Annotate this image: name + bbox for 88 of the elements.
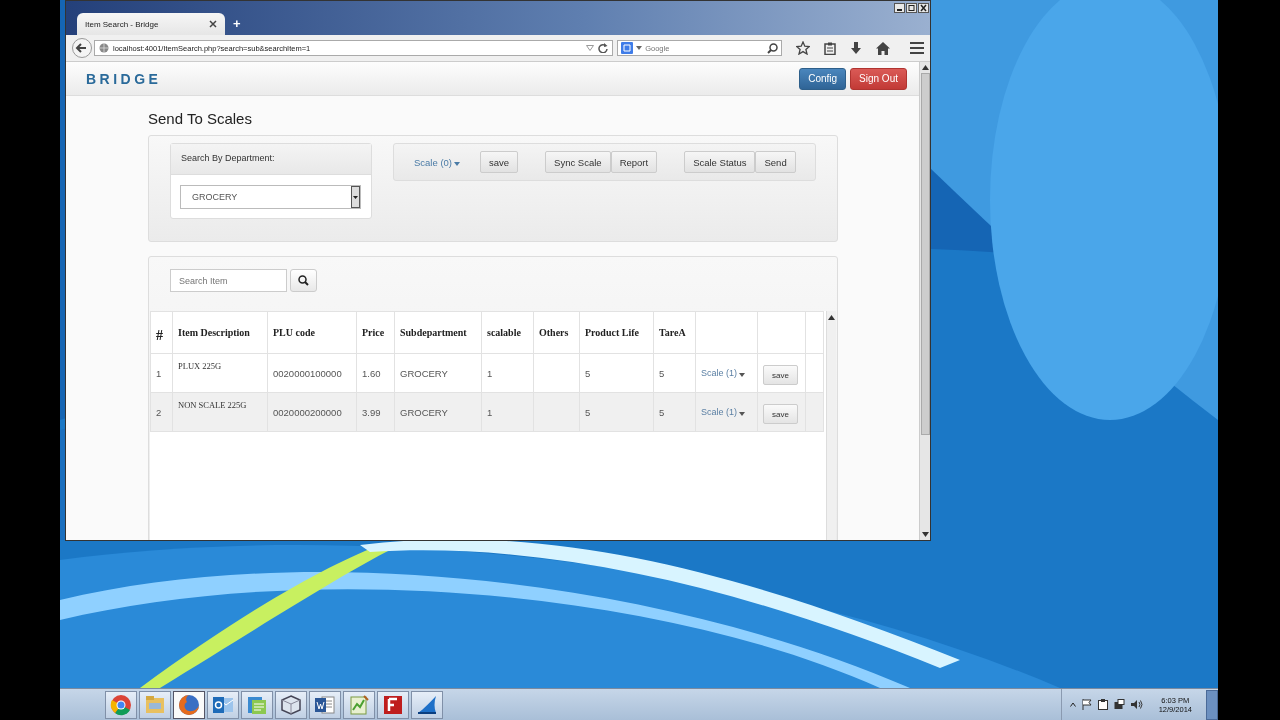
- star-icon[interactable]: [796, 41, 810, 55]
- speaker-icon[interactable]: [1130, 699, 1143, 710]
- scroll-up-icon: [827, 314, 836, 321]
- show-desktop-button[interactable]: [1206, 689, 1218, 720]
- header-button[interactable]: Config: [799, 67, 847, 90]
- caret-icon: [454, 162, 460, 166]
- search-icon: [298, 275, 309, 286]
- caret-icon: [739, 412, 745, 416]
- column-header: scalable: [481, 311, 534, 354]
- toolbar-button[interactable]: save: [480, 151, 519, 173]
- department-label: Search By Department:: [171, 144, 371, 175]
- table-cell: PLUX 225G: [172, 353, 268, 393]
- minimize-icon[interactable]: [894, 3, 905, 13]
- column-header: Price: [356, 311, 395, 354]
- table-cell: 5: [653, 392, 696, 432]
- menu-icon[interactable]: [910, 42, 924, 54]
- tab-title: Item Search - Bridge: [85, 19, 160, 29]
- scale-dropdown[interactable]: Scale (0): [414, 156, 460, 168]
- download-icon[interactable]: [850, 41, 862, 55]
- column-header: PLU code: [267, 311, 357, 354]
- save-button[interactable]: save: [763, 404, 798, 424]
- toolbar-button[interactable]: Send: [755, 151, 796, 173]
- caret-icon: [739, 373, 745, 377]
- round-logo-icon: [110, 693, 132, 716]
- dropdown-icon: [351, 186, 360, 208]
- table-cell: NON SCALE 225G: [172, 392, 268, 432]
- clipboard-icon[interactable]: [824, 41, 836, 55]
- table-cell: 5: [653, 353, 696, 393]
- search-button[interactable]: [290, 269, 317, 292]
- home-icon[interactable]: [876, 41, 890, 55]
- browser-tab[interactable]: Item Search - Bridge: [77, 13, 225, 35]
- search-icon[interactable]: [767, 42, 778, 54]
- table-cell: GROCERY: [394, 353, 482, 393]
- department-select[interactable]: GROCERY: [180, 185, 361, 209]
- table-cell: GROCERY: [394, 392, 482, 432]
- table-cell: 3.99: [356, 392, 395, 432]
- scroll-thumb[interactable]: [920, 73, 930, 435]
- restore-icon[interactable]: [906, 3, 917, 13]
- column-header: Product Life: [579, 311, 654, 354]
- taskbar-button[interactable]: [275, 690, 307, 719]
- table-cell: 0020000100000: [267, 353, 357, 393]
- column-header: #: [150, 311, 173, 354]
- close-icon[interactable]: [209, 20, 217, 28]
- reload-icon[interactable]: [598, 43, 609, 53]
- header-button[interactable]: Sign Out: [850, 67, 907, 90]
- column-header: Item Description: [172, 311, 268, 354]
- table-cell: 5: [579, 353, 654, 393]
- folder-icon: [144, 693, 166, 716]
- scrollbar[interactable]: [826, 311, 836, 540]
- flag-icon[interactable]: [1081, 699, 1092, 710]
- clipboard-icon[interactable]: [1097, 699, 1108, 710]
- scrollbar[interactable]: [919, 62, 930, 540]
- brand-logo[interactable]: BRIDGE: [86, 70, 162, 87]
- document-icon: [314, 693, 336, 716]
- toolbar-button[interactable]: Sync Scale: [545, 151, 611, 173]
- taskbar-button[interactable]: [309, 690, 341, 719]
- toolbar-button[interactable]: Scale Status: [684, 151, 756, 173]
- toolbar-button[interactable]: Report: [610, 151, 658, 173]
- taskbar-button[interactable]: [207, 690, 239, 719]
- table-cell: 1: [150, 353, 173, 393]
- chevron-up-icon[interactable]: [1069, 702, 1076, 707]
- table-cell: 1: [481, 353, 534, 393]
- taskbar-button[interactable]: [411, 690, 443, 719]
- table-cell: 1: [481, 392, 534, 432]
- table-cell: 2: [150, 392, 173, 432]
- dropdown-icon: [586, 45, 595, 51]
- search-field[interactable]: Search Item: [170, 269, 287, 292]
- cube-icon: [280, 693, 302, 716]
- page-title: Send To Scales: [148, 110, 253, 127]
- column-header: Others: [533, 311, 580, 354]
- globe-icon: [99, 43, 109, 53]
- taskbar-button[interactable]: [105, 690, 137, 719]
- taskbar-button[interactable]: [173, 690, 205, 719]
- app-logo-icon: [382, 693, 404, 716]
- column-header: Subdepartment: [394, 311, 482, 354]
- notepad-icon: [348, 693, 370, 716]
- column-header: TareA: [653, 311, 696, 354]
- close-icon[interactable]: [918, 3, 929, 13]
- save-button[interactable]: save: [763, 365, 798, 385]
- search-engine-icon: [621, 42, 634, 54]
- new-tab-button[interactable]: +: [233, 17, 241, 31]
- table-cell: 0020000200000: [267, 392, 357, 432]
- dropdown-icon: [636, 46, 643, 50]
- taskbar-button[interactable]: [377, 690, 409, 719]
- table-cell: 1.60: [356, 353, 395, 393]
- table-cell: 5: [579, 392, 654, 432]
- back-icon[interactable]: [72, 38, 92, 58]
- network-icon[interactable]: [1113, 699, 1125, 710]
